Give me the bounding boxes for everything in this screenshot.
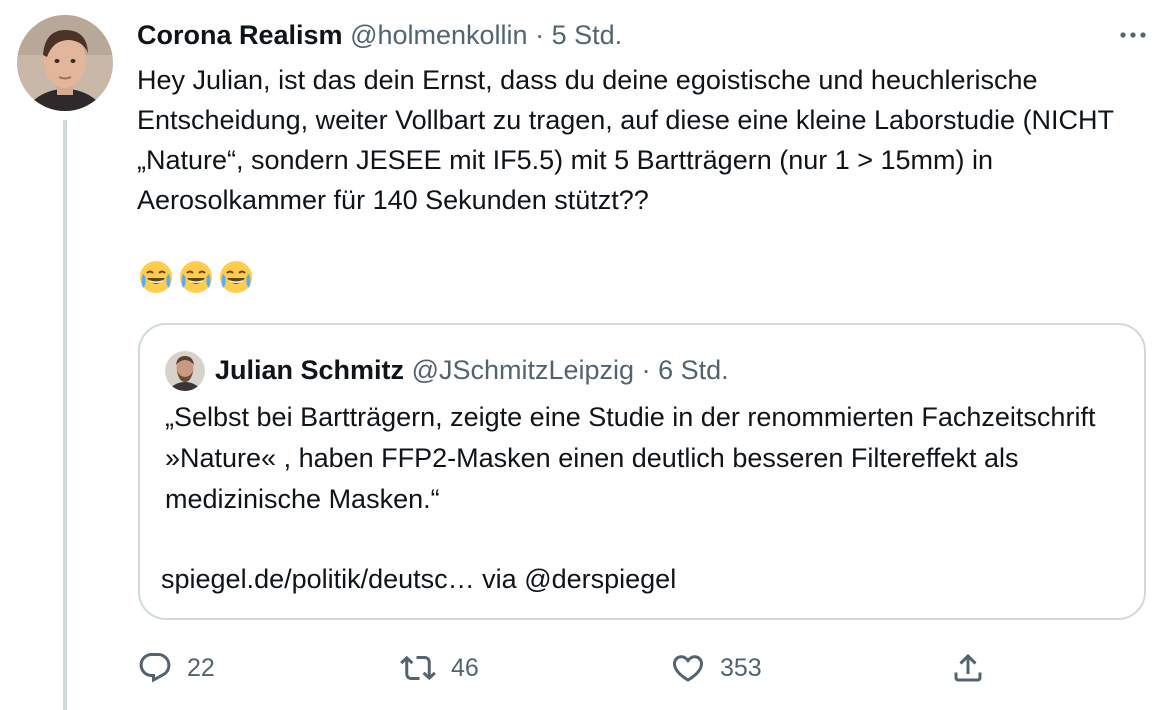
retweet-icon: [400, 655, 436, 681]
tweet-text: Hey Julian, ist das dein Ernst, dass du …: [137, 65, 1114, 215]
author-handle[interactable]: @holmenkollin: [350, 20, 528, 50]
separator-dot: ·: [535, 20, 545, 50]
retweet-count: 46: [451, 653, 479, 682]
like-button[interactable]: 353: [670, 648, 762, 688]
quoted-tweet[interactable]: Julian Schmitz @JSchmitzLeipzig · 6 Std.…: [138, 323, 1146, 620]
author-name[interactable]: Corona Realism: [137, 20, 343, 50]
emoji-row: 😂 😂 😂: [137, 258, 255, 296]
tweet-header: Corona Realism @holmenkollin · 5 Std.: [137, 18, 622, 52]
laughing-emoji-icon: [180, 261, 212, 293]
quote-author-handle[interactable]: @JSchmitzLeipzig: [412, 355, 635, 385]
separator-dot: ·: [641, 355, 651, 385]
reply-icon: [139, 653, 171, 683]
quote-author-avatar[interactable]: [165, 351, 205, 391]
quote-time[interactable]: 6 Std.: [658, 355, 729, 385]
quote-author-name[interactable]: Julian Schmitz: [215, 355, 404, 385]
laughing-emoji-icon: [220, 261, 252, 293]
author-avatar[interactable]: [17, 15, 113, 111]
tweet: Corona Realism @holmenkollin · 5 Std. He…: [0, 0, 1172, 710]
laughing-emoji-icon: [140, 261, 172, 293]
reply-count: 22: [187, 653, 215, 682]
share-button[interactable]: [950, 648, 986, 688]
tweet-time[interactable]: 5 Std.: [552, 20, 623, 50]
reply-button[interactable]: 22: [137, 648, 215, 688]
quote-text: „Selbst bei Bartträgern, zeigte eine Stu…: [165, 402, 1096, 514]
heart-icon: [672, 655, 704, 682]
share-icon: [954, 653, 982, 682]
retweet-button[interactable]: 46: [399, 648, 479, 688]
quote-header: Julian Schmitz @JSchmitzLeipzig · 6 Std.: [215, 352, 729, 388]
more-horizontal-icon[interactable]: [1116, 18, 1150, 52]
like-count: 353: [720, 653, 762, 682]
thread-line: [63, 120, 67, 710]
quote-link[interactable]: spiegel.de/politik/deutsc… via @derspieg…: [161, 561, 676, 597]
